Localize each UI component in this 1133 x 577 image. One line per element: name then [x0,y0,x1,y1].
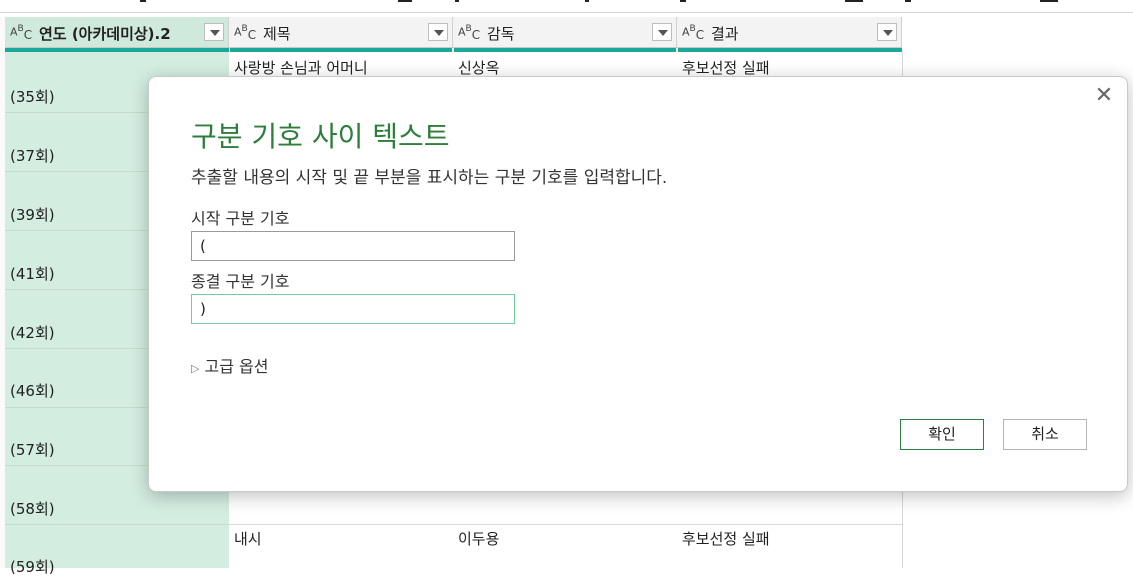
column-filter-dropdown-icon[interactable] [428,23,448,41]
column-title: 제목 [263,25,291,43]
ribbon-strip [0,0,1133,13]
end-delimiter-label: 종결 구분 기호 [191,272,290,291]
table-cell[interactable]: (37회) [10,145,55,166]
row-divider [229,524,902,525]
column-title: 연도 (아카데미상).2 [39,25,171,43]
start-delimiter-input[interactable]: ( [191,231,515,261]
table-cell[interactable]: 사랑방 손님과 어머니 [234,57,368,78]
text-type-icon: ABC [682,24,705,42]
ok-button[interactable]: 확인 [900,419,984,450]
text-type-icon: ABC [10,24,33,42]
column-header-result[interactable]: ABC 결과 [677,17,902,48]
end-delimiter-input[interactable]: ) [191,294,515,324]
dialog-title: 구분 기호 사이 텍스트 [191,120,450,153]
text-type-icon: ABC [234,24,257,42]
table-cell[interactable]: 이두용 [458,528,499,549]
table-cell[interactable]: 후보선정 실패 [682,528,770,549]
dialog-description: 추출할 내용의 시작 및 끝 부분을 표시하는 구분 기호를 입력합니다. [191,168,668,188]
row-divider [5,524,229,525]
column-filter-dropdown-icon[interactable] [652,23,672,41]
table-cell[interactable]: (42회) [10,322,55,343]
table-cell[interactable]: (46회) [10,380,55,401]
column-header-year[interactable]: ABC 연도 (아카데미상).2 [5,17,229,48]
cancel-button[interactable]: 취소 [1003,419,1087,450]
column-filter-dropdown-icon[interactable] [204,23,224,41]
table-cell[interactable]: (57회) [10,439,55,460]
start-delimiter-label: 시작 구분 기호 [191,209,290,228]
column-title: 결과 [711,25,739,43]
expand-triangle-icon: ▷ [191,362,200,375]
column-header-title[interactable]: ABC 제목 [229,17,453,48]
table-cell[interactable]: (58회) [10,498,55,519]
text-type-icon: ABC [458,24,481,42]
column-title: 감독 [487,25,515,43]
table-cell[interactable]: (39회) [10,204,55,225]
table-cell[interactable]: (35회) [10,86,55,107]
table-cell[interactable]: (59회) [10,556,55,577]
table-cell[interactable]: 신상옥 [458,57,499,78]
column-filter-dropdown-icon[interactable] [877,23,897,41]
advanced-options-label: 고급 옵션 [204,357,269,376]
text-between-delimiters-dialog: ✕ 구분 기호 사이 텍스트 추출할 내용의 시작 및 끝 부분을 표시하는 구… [148,76,1128,492]
table-cell[interactable]: 후보선정 실패 [682,57,770,78]
column-header-director[interactable]: ABC 감독 [453,17,677,48]
table-cell[interactable]: 내시 [234,528,262,549]
close-icon[interactable]: ✕ [1093,85,1115,107]
table-cell[interactable]: (41회) [10,263,55,284]
advanced-options-toggle[interactable]: ▷ 고급 옵션 [191,353,268,377]
